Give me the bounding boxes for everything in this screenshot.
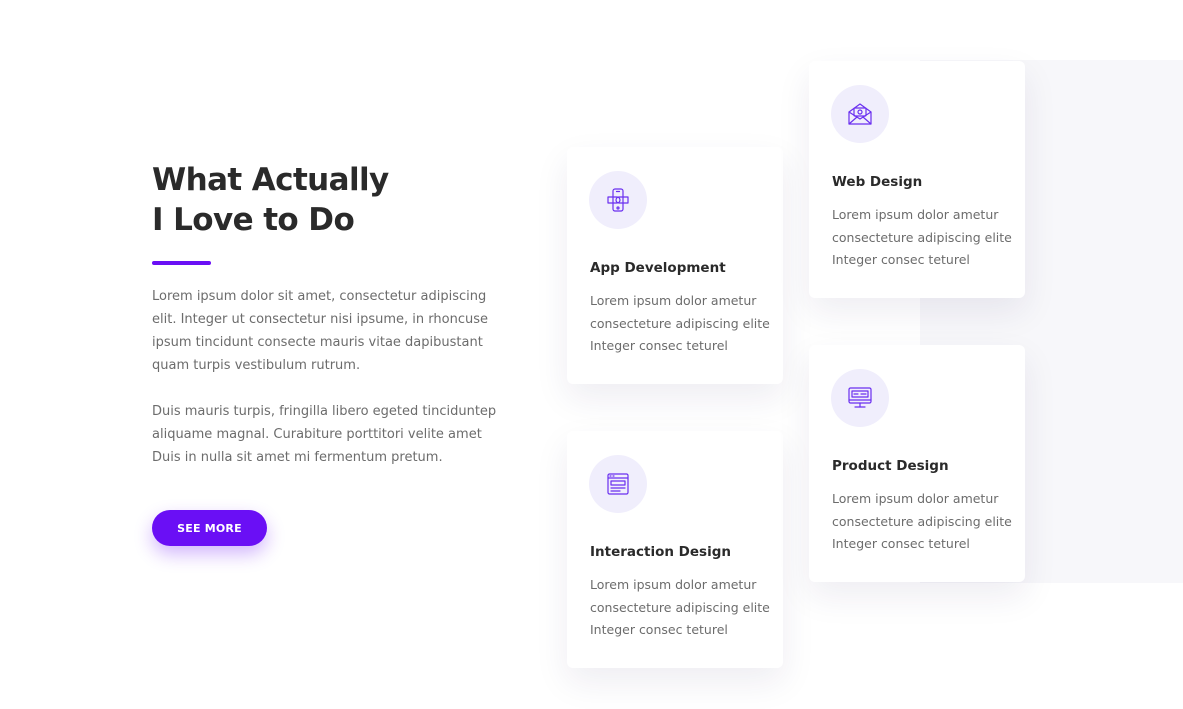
- intro-paragraph-2: Duis mauris turpis, fringilla libero ege…: [152, 404, 497, 465]
- product-design-icon: [831, 369, 889, 427]
- see-more-button[interactable]: SEE MORE: [152, 510, 267, 546]
- card-title: Web Design: [832, 174, 923, 190]
- card-title: App Development: [590, 260, 726, 276]
- service-card-app-development[interactable]: App Development Lorem ipsum dolor ametur…: [567, 147, 783, 384]
- card-text: Lorem ipsum dolor ametur consecteture ad…: [590, 293, 770, 353]
- title-line-1: What Actually: [152, 162, 389, 198]
- card-text: Lorem ipsum dolor ametur consecteture ad…: [832, 207, 1012, 267]
- service-card-interaction-design[interactable]: Interaction Design Lorem ipsum dolor ame…: [567, 431, 783, 668]
- intro-paragraph-1: Lorem ipsum dolor sit amet, consectetur …: [152, 289, 488, 373]
- card-title: Product Design: [832, 458, 949, 474]
- card-text: Lorem ipsum dolor ametur consecteture ad…: [590, 577, 770, 637]
- intro-section: What Actually I Love to Do Lorem ipsum d…: [152, 160, 497, 469]
- service-card-web-design[interactable]: Web Design Lorem ipsum dolor ametur cons…: [809, 61, 1025, 298]
- app-development-icon: [589, 171, 647, 229]
- title-underline: [152, 261, 211, 265]
- card-title: Interaction Design: [590, 544, 731, 560]
- title-line-2: I Love to Do: [152, 202, 355, 238]
- web-design-icon: [831, 85, 889, 143]
- card-text: Lorem ipsum dolor ametur consecteture ad…: [832, 491, 1012, 551]
- service-card-product-design[interactable]: Product Design Lorem ipsum dolor ametur …: [809, 345, 1025, 582]
- section-title: What Actually I Love to Do: [152, 160, 497, 240]
- interaction-design-icon: [589, 455, 647, 513]
